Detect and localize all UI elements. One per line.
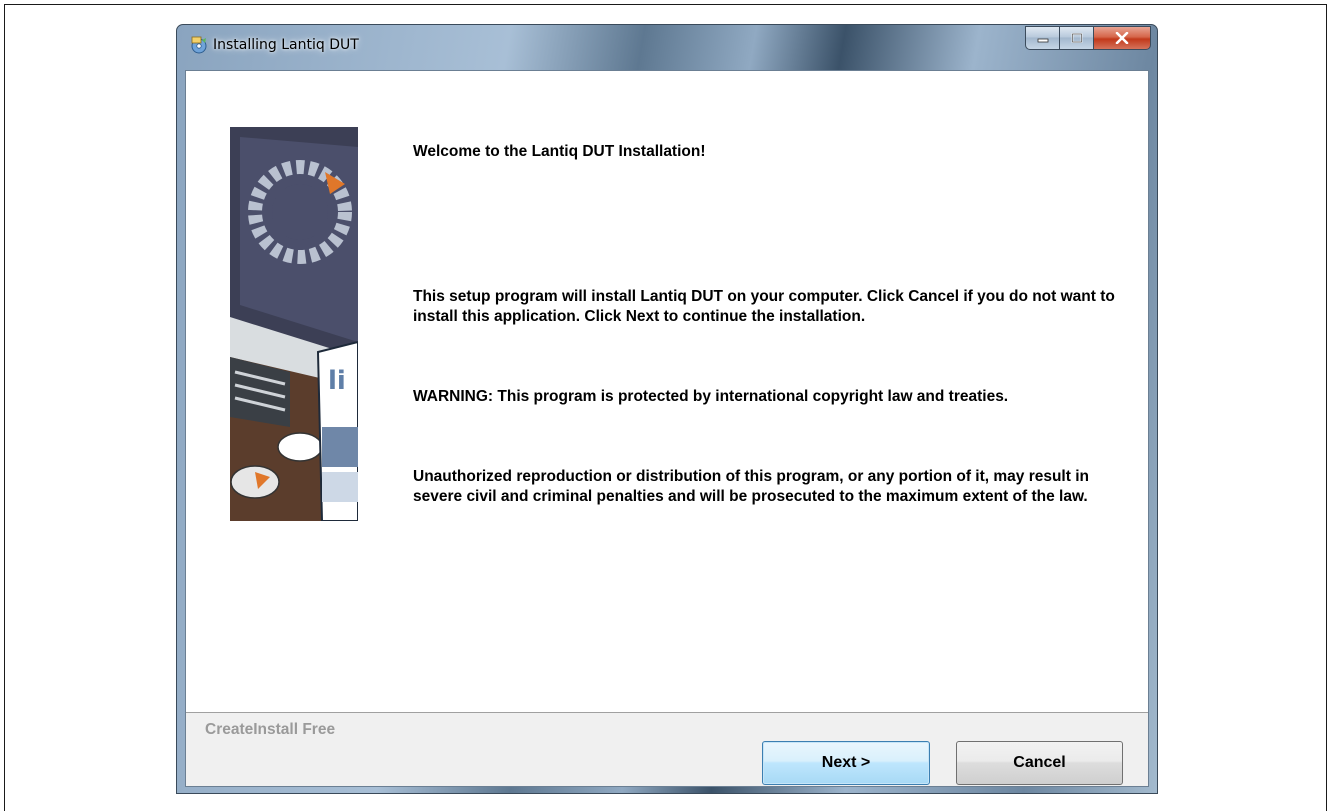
close-button[interactable] — [1093, 26, 1151, 50]
maximize-icon — [1071, 33, 1082, 43]
close-icon — [1115, 32, 1129, 44]
installer-brand-label: CreateInstall Free — [205, 721, 336, 738]
window-title: Installing Lantiq DUT — [213, 37, 359, 53]
reproduction-warning: Unauthorized reproduction or distributio… — [413, 468, 1089, 505]
minimize-button[interactable] — [1025, 26, 1059, 50]
installer-banner-image: li — [230, 127, 358, 521]
dialog-client-area: li Welcome to the Lantiq DUT Installatio… — [185, 70, 1149, 787]
maximize-button[interactable] — [1059, 26, 1093, 50]
svg-text:li: li — [328, 366, 346, 396]
minimize-icon — [1037, 38, 1048, 43]
setup-description: This setup program will install Lantiq D… — [413, 288, 1115, 325]
next-button[interactable]: Next > — [762, 741, 930, 785]
welcome-heading: Welcome to the Lantiq DUT Installation! — [413, 143, 706, 160]
cancel-button[interactable]: Cancel — [956, 741, 1123, 785]
title-bar[interactable]: Installing Lantiq DUT — [177, 25, 1157, 70]
installer-window: Installing Lantiq DUT li Welcome to the … — [176, 24, 1158, 794]
footer-divider — [186, 712, 1148, 713]
caption-buttons — [1025, 26, 1151, 52]
copyright-warning: WARNING: This program is protected by in… — [413, 388, 1009, 405]
installer-icon — [191, 36, 207, 54]
